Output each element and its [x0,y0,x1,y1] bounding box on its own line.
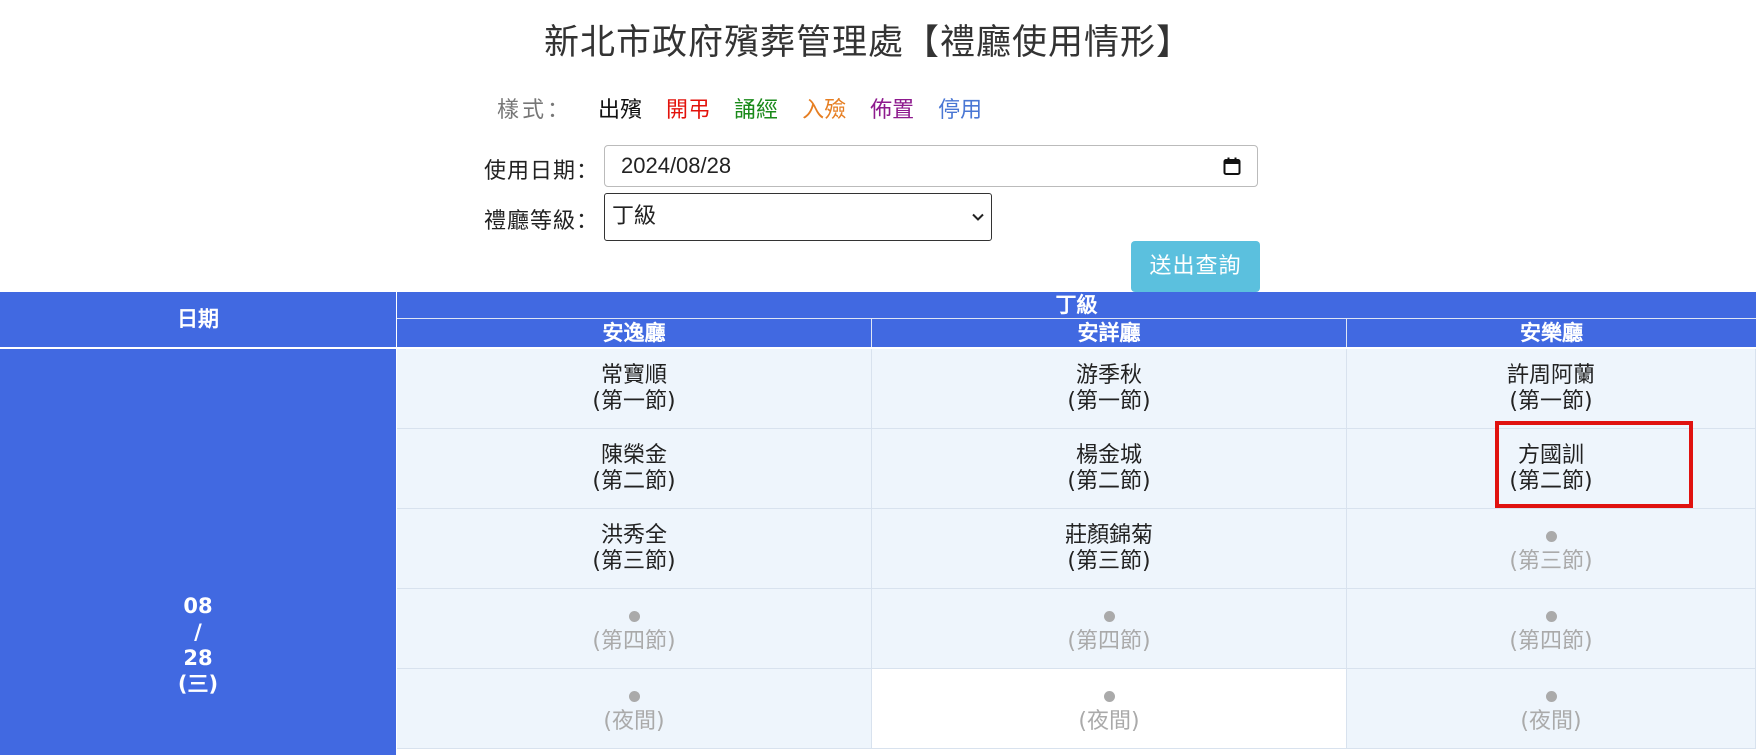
session-label: (第三節) [1509,549,1593,574]
date-value: 2024/08/28 [621,153,732,178]
session-label: (第二節) [592,469,676,494]
legend-item-condolence: 開弔 [666,98,711,123]
booking-cell: (第三節) [1347,509,1756,589]
empty-slot-dot-icon [629,611,640,622]
date-day: 28 [183,646,213,670]
style-legend: 樣式： 出殯 開弔 誦經 入殮 佈置 停用 [497,92,1006,124]
session-label: (第四節) [1067,629,1151,654]
empty-slot-dot-icon [1546,611,1557,622]
date-input[interactable]: 2024/08/28 [604,145,1258,187]
booking-cell: (第四節) [397,589,872,669]
date-cell: 08 / 28 (三) [0,349,396,755]
empty-slot-dot-icon [1104,611,1115,622]
hall-header-anle: 安樂廳 [1347,319,1756,347]
booking-cell: 莊顏錦菊 (第三節) [872,509,1347,589]
booking-cell: (第四節) [872,589,1347,669]
date-weekday: (三) [177,672,219,696]
hall-usage-table: 日期 丁級 安逸廳 安詳廳 安樂廳 08 / 28 (三) 常寶順 (第一節) 游季… [0,292,1756,755]
hall-header-anyi: 安逸廳 [397,319,872,347]
booking-cell: 許周阿蘭 (第一節) [1347,349,1756,429]
legend-label: 樣式： [497,98,573,123]
deceased-name: 游季秋 [1075,363,1142,388]
session-label: (夜間) [1078,709,1140,734]
level-select-value: 丁級 [612,204,657,229]
session-label: (第三節) [592,549,676,574]
deceased-name: 許周阿蘭 [1506,363,1595,388]
deceased-name: 陳榮金 [600,443,667,468]
booking-cell: 游季秋 (第一節) [872,349,1347,429]
session-label: (第二節) [1067,469,1151,494]
empty-slot-dot-icon [1546,531,1557,542]
session-label: (第四節) [592,629,676,654]
highlight-box [1495,421,1693,508]
booking-cell: (第四節) [1347,589,1756,669]
session-label: (第三節) [1067,549,1151,574]
session-label: (第一節) [592,389,676,414]
level-select[interactable]: 丁級 [604,193,992,241]
booking-cell: (夜間) [1347,669,1756,749]
session-label: (第一節) [1509,389,1593,414]
legend-item-chanting: 誦經 [734,98,779,123]
booking-cell: 楊金城 (第二節) [872,429,1347,509]
empty-slot-dot-icon [629,691,640,702]
deceased-name: 常寶順 [600,363,667,388]
deceased-name: 洪秀全 [600,523,667,548]
date-label: 使用日期： [484,159,600,184]
submit-query-button[interactable]: 送出查詢 [1131,241,1260,292]
legend-item-disabled: 停用 [938,98,983,123]
level-group-header: 丁級 [397,292,1756,319]
session-label: (夜間) [1520,709,1582,734]
legend-item-encoffining: 入殮 [802,98,847,123]
booking-cell: (夜間) [397,669,872,749]
legend-item-funeral: 出殯 [598,98,643,123]
deceased-name: 莊顏錦菊 [1064,523,1153,548]
empty-slot-dot-icon [1546,691,1557,702]
deceased-name: 楊金城 [1075,443,1142,468]
session-label: (夜間) [603,709,665,734]
page-title: 新北市政府殯葬管理處【禮廳使用情形】 [543,23,1192,63]
hall-header-anxiang: 安詳廳 [872,319,1347,347]
date-month: 08 [183,594,213,618]
date-separator: / [194,620,202,644]
chevron-down-icon [972,213,984,221]
booking-cell: 常寶順 (第一節) [397,349,872,429]
session-label: (第一節) [1067,389,1151,414]
calendar-icon[interactable] [1223,157,1241,175]
empty-slot-dot-icon [1104,691,1115,702]
level-label: 禮廳等級： [484,209,600,234]
booking-cell: 洪秀全 (第三節) [397,509,872,589]
booking-cell: (夜間) [872,669,1347,749]
legend-item-decoration: 佈置 [870,98,915,123]
booking-cell: 陳榮金 (第二節) [397,429,872,509]
date-column-header: 日期 [0,292,396,347]
session-label: (第四節) [1509,629,1593,654]
